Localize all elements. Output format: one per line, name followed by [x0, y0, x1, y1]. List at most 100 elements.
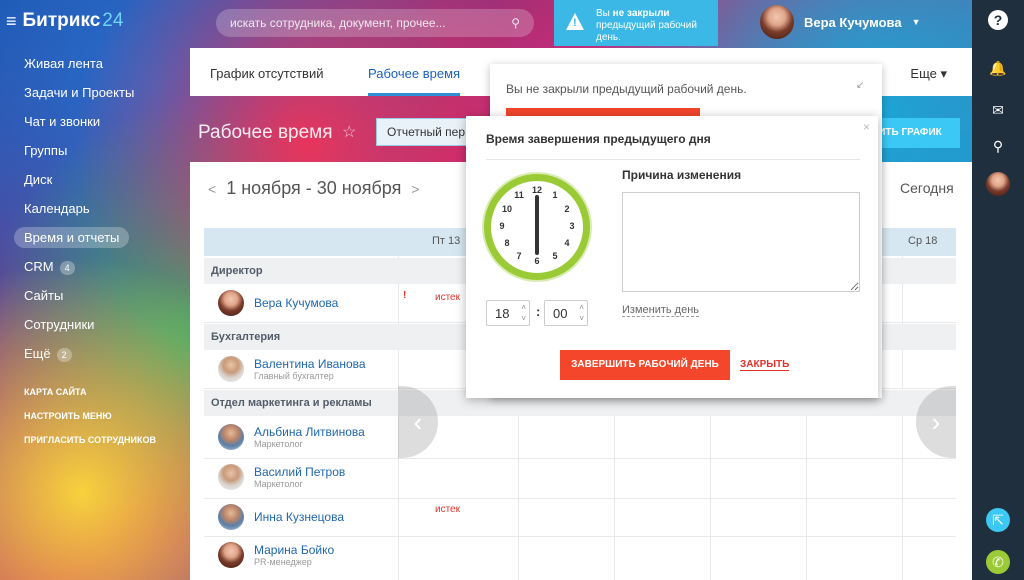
minutes-stepper[interactable]: 00 ˄ ˅: [544, 300, 588, 326]
menu-item-groups[interactable]: Группы: [0, 141, 160, 170]
tab-more-label: Еще: [910, 66, 937, 81]
finish-day-button[interactable]: ЗАВЕРШИТЬ РАБОЧИЙ ДЕНЬ: [560, 350, 730, 380]
clock-number: 3: [569, 221, 575, 231]
logo-name: Битрикс: [22, 10, 101, 31]
employee-row[interactable]: Вера Кучумова: [218, 290, 338, 316]
clock-number: 1: [552, 190, 558, 200]
avatar: [218, 504, 244, 530]
hours-value: 18: [495, 306, 510, 321]
employee-row[interactable]: Василий Петров Маркетолог: [218, 464, 345, 490]
search-icon[interactable]: ⚲: [511, 16, 520, 30]
avatar: [218, 542, 244, 568]
employee-name[interactable]: Альбина Литвинова: [254, 425, 365, 439]
clock-number: 8: [504, 238, 510, 248]
invite-link[interactable]: ПРИГЛАСИТЬ СОТРУДНИКОВ: [0, 433, 190, 457]
page-title: Рабочее время: [198, 122, 333, 143]
sitemap-link[interactable]: КАРТА САЙТА: [0, 385, 190, 409]
menu-item-more[interactable]: Ещё 2: [0, 344, 160, 373]
right-sidebar: ? 🔔 ✉ ⚲ ⇱ ✆: [972, 0, 1024, 580]
warning-line2: предыдущий рабочий день.: [596, 20, 697, 43]
avatar[interactable]: [986, 172, 1010, 196]
employee-name[interactable]: Валентина Иванова: [254, 357, 366, 371]
hours-stepper[interactable]: 18 ˄ ˅: [486, 300, 530, 326]
range-label: 1 ноября - 30 ноября: [226, 178, 402, 198]
hamburger-icon[interactable]: ≡: [6, 11, 17, 32]
stepper-arrows-icon[interactable]: ˄ ˅: [521, 302, 526, 324]
today-button[interactable]: Сегодня: [900, 180, 954, 196]
menu-item-sites[interactable]: Сайты: [0, 286, 160, 315]
period-filter[interactable]: Отчетный пер: [376, 118, 476, 146]
logo-number: 24: [102, 10, 124, 31]
employee-name[interactable]: Марина Бойко: [254, 543, 334, 557]
stepper-arrows-icon[interactable]: ˄ ˅: [579, 302, 584, 324]
close-day-dialog: Время завершения предыдущего дня × 12 1 …: [466, 116, 878, 398]
clock-number: 2: [564, 204, 570, 214]
workday-warning[interactable]: ! Вы не закрыли предыдущий рабочий день.: [554, 0, 718, 46]
menu-item-feed[interactable]: Живая лента: [0, 54, 160, 83]
tab-absence[interactable]: График отсутствий: [210, 66, 323, 81]
clock-hand: [535, 195, 539, 255]
menu-item-employees[interactable]: Сотрудники: [0, 315, 160, 344]
search-icon[interactable]: ⚲: [986, 134, 1010, 158]
user-menu[interactable]: Вера Кучумова ▼: [760, 5, 921, 39]
expired-label: истек: [435, 504, 460, 515]
change-day-link[interactable]: Изменить день: [622, 304, 700, 317]
chat-icon[interactable]: ✉: [986, 98, 1010, 122]
menu-item-chat[interactable]: Чат и звонки: [0, 112, 160, 141]
day-header-wed: Ср 18: [908, 235, 938, 247]
configure-menu-link[interactable]: НАСТРОИТЬ МЕНЮ: [0, 409, 190, 433]
close-icon[interactable]: ×: [863, 120, 870, 134]
star-icon[interactable]: ☆: [342, 122, 356, 142]
crm-badge: 4: [59, 260, 75, 275]
user-name: Вера Кучумова: [804, 14, 902, 30]
menu-item-disk[interactable]: Диск: [0, 170, 160, 199]
warning-bold: не закрыли: [612, 8, 670, 19]
search-input[interactable]: искать сотрудника, документ, прочее... ⚲: [216, 9, 534, 37]
left-menu: Живая лента Задачи и Проекты Чат и звонк…: [0, 54, 190, 457]
employee-name[interactable]: Инна Кузнецова: [254, 510, 344, 524]
employee-row[interactable]: Валентина Иванова Главный бухгалтер: [218, 356, 366, 382]
menu-item-calendar[interactable]: Календарь: [0, 199, 160, 228]
avatar: [218, 464, 244, 490]
clock-number: 4: [564, 238, 570, 248]
logo[interactable]: ≡ Битрикс 24: [6, 10, 123, 32]
warning-popup-text: Вы не закрыли предыдущий рабочий день.: [506, 82, 747, 96]
reason-textarea[interactable]: [622, 192, 860, 292]
clock-number: 11: [514, 190, 524, 200]
reason-label: Причина изменения: [622, 168, 742, 182]
phone-icon[interactable]: ✆: [986, 550, 1010, 574]
collapse-icon[interactable]: ↙: [856, 80, 864, 91]
menu-item-crm[interactable]: CRM 4: [0, 257, 160, 286]
share-icon[interactable]: ⇱: [986, 508, 1010, 532]
employee-post: PR-менеджер: [254, 557, 312, 567]
employee-post: Маркетолог: [254, 439, 303, 449]
clock-number: 12: [531, 185, 542, 195]
active-tab-underline: [368, 93, 460, 96]
employee-row[interactable]: Альбина Литвинова Маркетолог: [218, 424, 365, 450]
divider: [486, 159, 860, 160]
time-separator: :: [536, 304, 541, 319]
clock-face: 12 1 2 3 4 5 6 7 8 9 10 11: [484, 174, 590, 280]
warning-icon: !: [566, 13, 584, 30]
menu-item-time[interactable]: Время и отчеты: [0, 227, 160, 257]
tab-more[interactable]: Еще ▾: [910, 66, 947, 82]
warning-prefix: Вы: [596, 8, 613, 19]
dialog-title: Время завершения предыдущего дня: [486, 132, 711, 146]
avatar: [760, 5, 794, 39]
expired-label: истек: [435, 292, 460, 303]
employee-row[interactable]: Марина Бойко PR-менеджер: [218, 542, 334, 568]
employee-row[interactable]: Инна Кузнецова: [218, 504, 344, 530]
employee-name[interactable]: Василий Петров: [254, 465, 345, 479]
more-badge: 2: [56, 347, 72, 362]
tab-worktime[interactable]: Рабочее время: [368, 66, 460, 81]
employee-name[interactable]: Вера Кучумова: [254, 296, 338, 310]
bell-icon[interactable]: 🔔: [986, 56, 1010, 80]
next-arrow-icon[interactable]: >: [411, 181, 419, 197]
date-range: < 1 ноября - 30 ноября >: [208, 178, 420, 199]
help-icon[interactable]: ?: [988, 10, 1008, 30]
prev-arrow-icon[interactable]: <: [208, 181, 216, 197]
chevron-down-icon: ▼: [911, 17, 921, 27]
clock-number: 7: [516, 251, 522, 261]
menu-item-tasks[interactable]: Задачи и Проекты: [0, 83, 160, 112]
close-button[interactable]: ЗАКРЫТЬ: [740, 359, 790, 371]
